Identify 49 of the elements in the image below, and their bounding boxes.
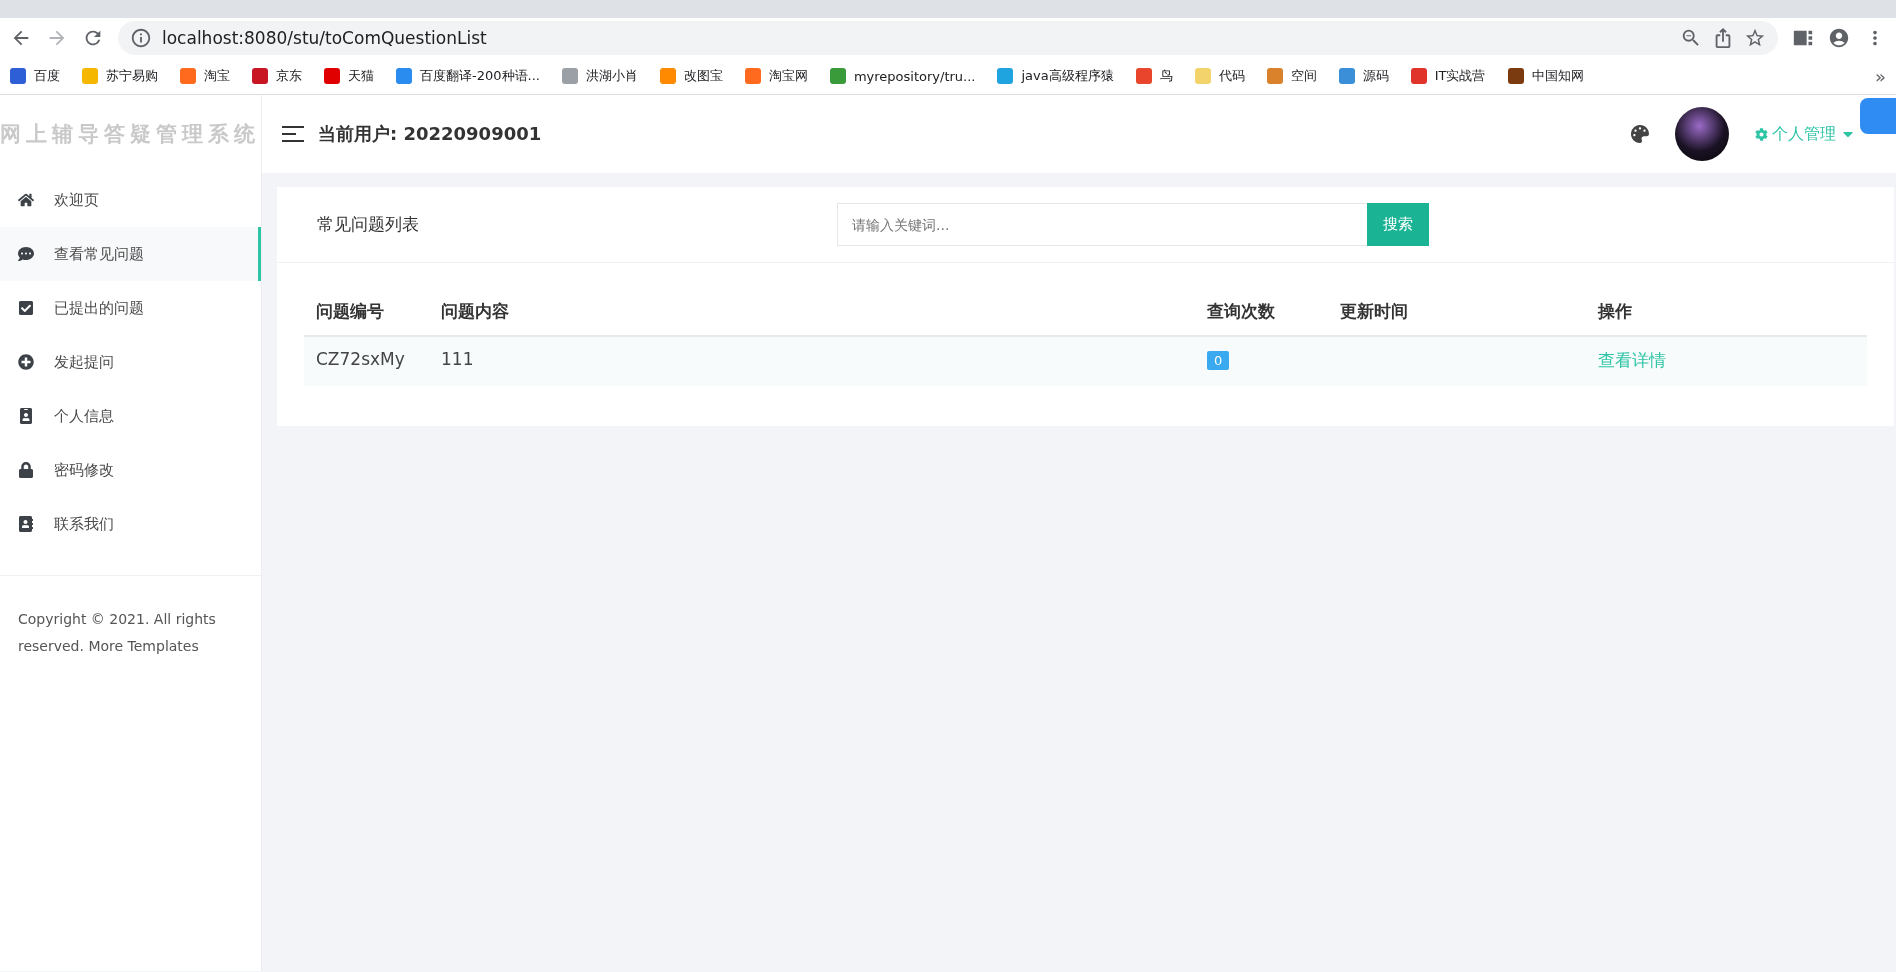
profile-icon[interactable] bbox=[1828, 27, 1850, 49]
bookmark[interactable]: 改图宝 bbox=[659, 67, 723, 85]
sidebar-item[interactable]: 联系我们 bbox=[0, 497, 261, 551]
sidebar-item[interactable]: 已提出的问题 bbox=[0, 281, 261, 335]
bookmark[interactable]: 空间 bbox=[1266, 67, 1317, 85]
bookmark[interactable]: 源码 bbox=[1338, 67, 1389, 85]
more-bookmarks[interactable]: » bbox=[1875, 65, 1886, 87]
count-badge: 0 bbox=[1206, 351, 1230, 370]
plus-icon bbox=[18, 354, 34, 370]
lock-icon bbox=[18, 462, 34, 478]
bookmark[interactable]: 百度 bbox=[10, 67, 60, 85]
sidebar-item[interactable]: 查看常见问题 bbox=[0, 227, 261, 281]
card-title: 常见问题列表 bbox=[317, 213, 420, 236]
star-icon[interactable] bbox=[1744, 27, 1766, 49]
bookmark[interactable]: java高级程序猿 bbox=[997, 67, 1114, 85]
palette-icon[interactable] bbox=[1631, 125, 1649, 143]
bookmark[interactable]: 洪湖小肖 bbox=[561, 67, 638, 85]
current-user: 当前用户: 20220909001 bbox=[318, 122, 542, 146]
chat-icon bbox=[18, 246, 34, 262]
bookmark[interactable]: 鸟 bbox=[1135, 67, 1173, 85]
table-cell: CZ72sxMy bbox=[304, 336, 430, 386]
address-bar[interactable]: localhost:8080/stu/toComQuestionList bbox=[118, 21, 1778, 55]
home-icon bbox=[18, 192, 34, 208]
gear-icon bbox=[1755, 127, 1768, 141]
bookmark[interactable]: IT实战营 bbox=[1410, 67, 1486, 85]
bookmark[interactable]: 中国知网 bbox=[1507, 67, 1584, 85]
bookmark[interactable]: 天猫 bbox=[324, 67, 374, 85]
sidebar-item[interactable]: 个人信息 bbox=[0, 389, 261, 443]
contact-icon bbox=[18, 516, 34, 532]
url-text: localhost:8080/stu/toComQuestionList bbox=[162, 28, 488, 48]
bookmark[interactable]: 淘宝网 bbox=[744, 67, 808, 85]
sidebar-item[interactable]: 发起提问 bbox=[0, 335, 261, 389]
badge-icon bbox=[18, 408, 34, 424]
sidebar-item[interactable]: 欢迎页 bbox=[0, 173, 261, 227]
bookmark[interactable]: 苏宁易购 bbox=[82, 67, 158, 85]
copyright-text: Copyright © 2021. All rights reserved. More Templates bbox=[0, 575, 261, 690]
menu-icon[interactable] bbox=[282, 126, 304, 142]
info-icon bbox=[130, 27, 152, 49]
bookmark[interactable]: 百度翻译-200种语... bbox=[396, 67, 540, 85]
bookmark[interactable]: myrepository/tru... bbox=[829, 68, 976, 84]
bookmark[interactable]: 京东 bbox=[252, 67, 302, 85]
bookmark[interactable]: 淘宝 bbox=[180, 67, 230, 85]
bookmark[interactable]: 代码 bbox=[1194, 67, 1245, 85]
table-cell: 111 bbox=[429, 336, 1195, 386]
sidebar-item[interactable]: 密码修改 bbox=[0, 443, 261, 497]
avatar-photo bbox=[1675, 107, 1729, 161]
zoom-out-icon[interactable] bbox=[1680, 27, 1702, 49]
search-field[interactable]: 请输入关键词... bbox=[837, 203, 1367, 246]
check-icon bbox=[18, 300, 34, 316]
